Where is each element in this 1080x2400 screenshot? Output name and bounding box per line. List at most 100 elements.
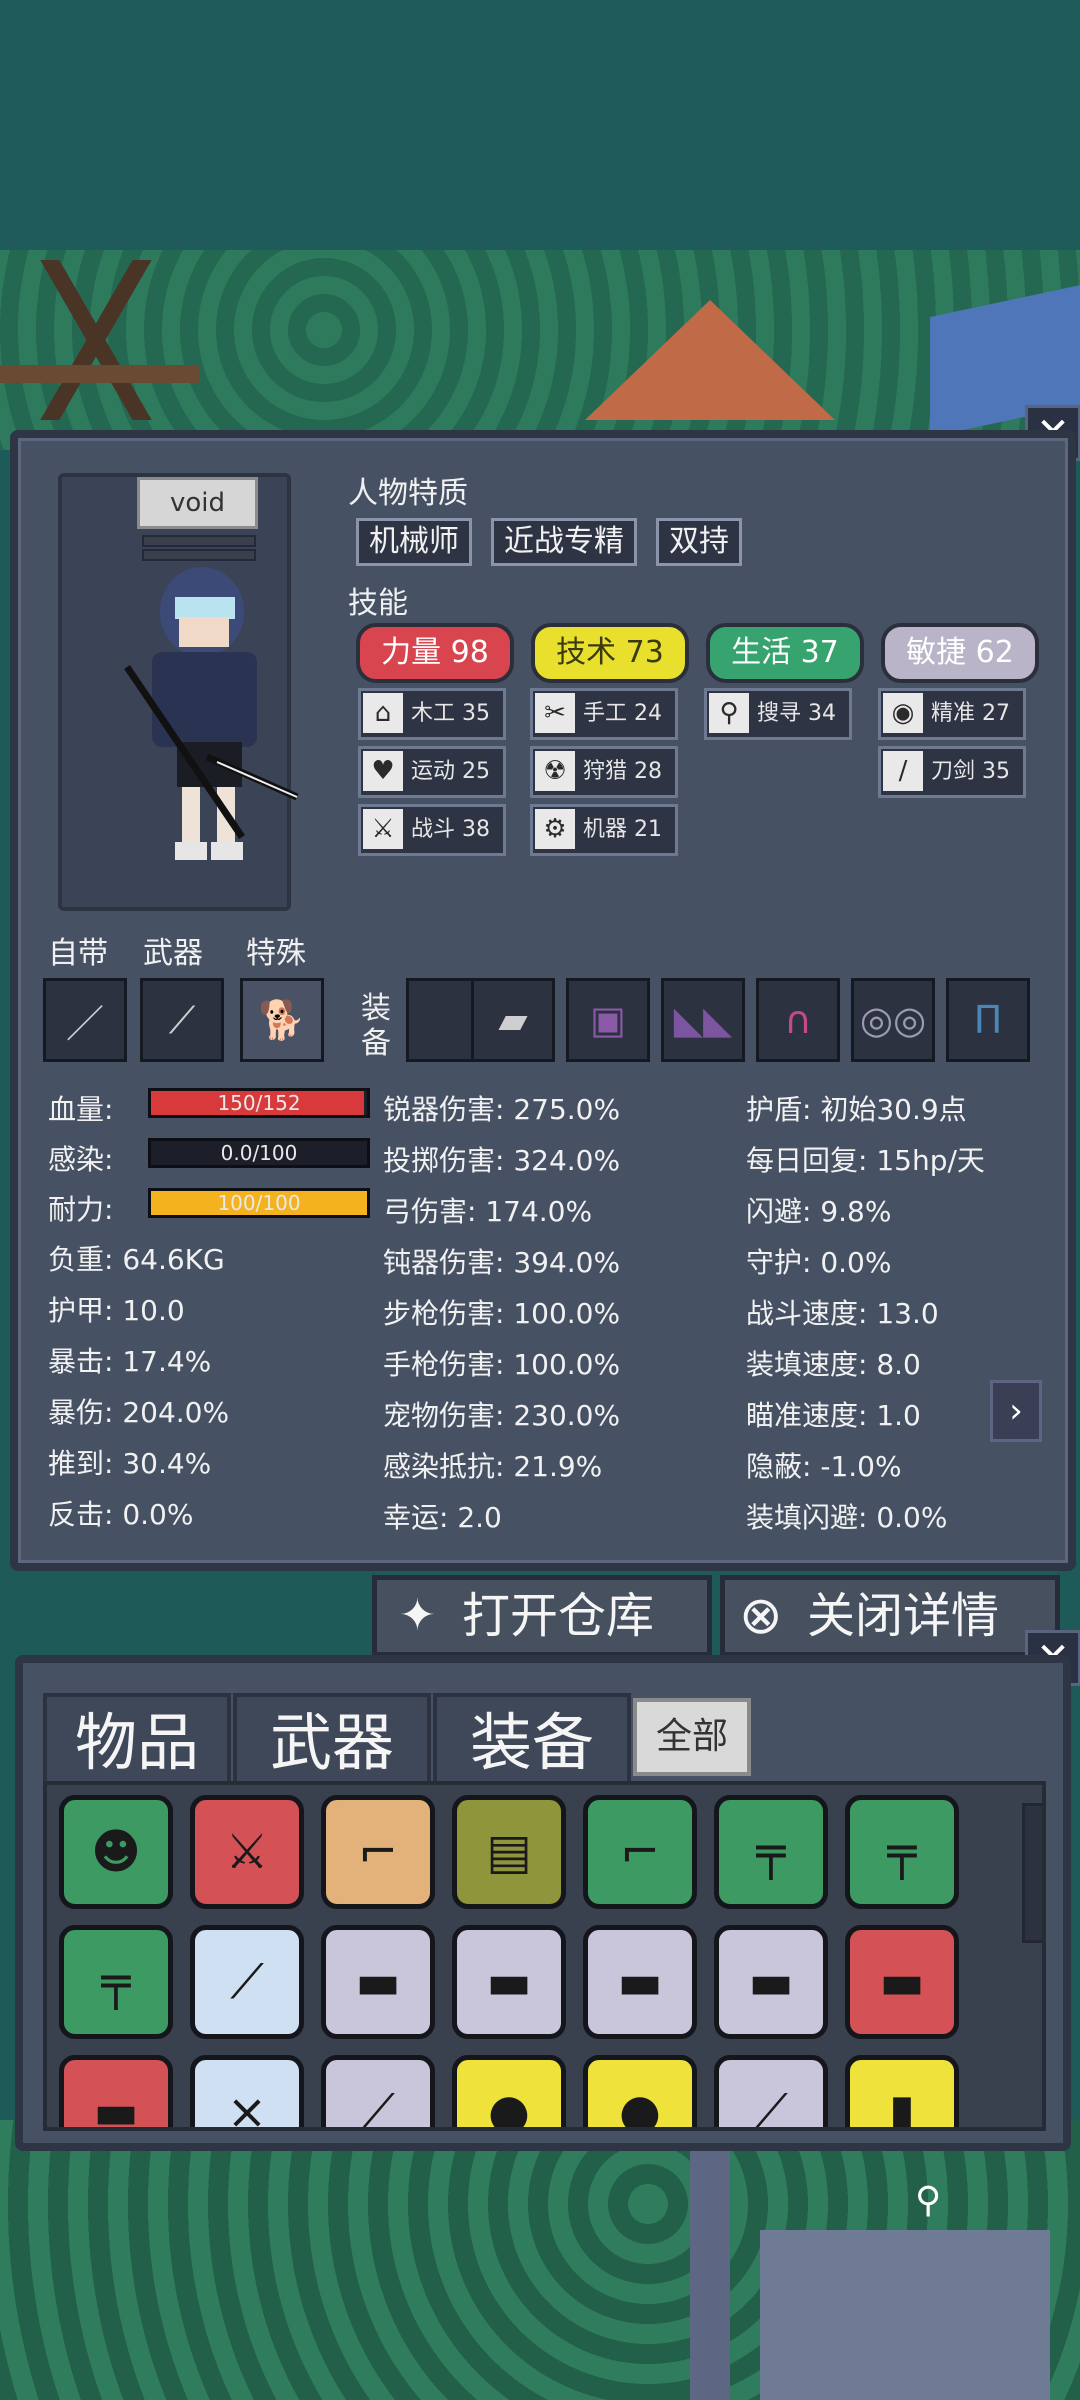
corgi-icon: 🐕 — [258, 997, 306, 1042]
skill-item[interactable]: ☢ 狩猎 28 — [530, 746, 678, 798]
equip-slot-flashlight[interactable]: ▰ — [471, 978, 555, 1062]
builtin-slot-label: 自带 — [48, 936, 108, 971]
crowbar-icon: ⟋ — [168, 997, 196, 1042]
stat-entry: 装填速度: 8.0 — [746, 1348, 921, 1381]
inventory-scrollbar[interactable] — [1022, 1803, 1042, 1943]
special-slot-label: 特殊 — [246, 936, 306, 971]
crossbow-icon[interactable]: ⨯ — [190, 2055, 304, 2127]
house-roof — [585, 300, 835, 420]
house-icon: ⌂ — [363, 693, 403, 733]
stat-entry: 隐蔽: -1.0% — [746, 1450, 902, 1483]
attribute-badge[interactable]: 力量 98 — [356, 623, 514, 683]
mace-icon: ⚔ — [363, 809, 403, 849]
close-details-label: 关闭详情 — [807, 1588, 1000, 1644]
stat-entry: 瞄准速度: 1.0 — [746, 1399, 921, 1432]
close-details-button[interactable]: ⊗ 关闭详情 — [720, 1575, 1060, 1657]
smg-icon[interactable]: ▬ — [452, 1925, 566, 2039]
stat-entry: 幸运: 2.0 — [383, 1501, 502, 1534]
skill-item[interactable]: ⚙ 机器 21 — [530, 804, 678, 856]
skill-label: 搜寻 34 — [757, 701, 836, 726]
smg-icon[interactable]: ▬ — [714, 1925, 828, 2039]
equip-slot-boots[interactable]: ◣◣ — [661, 978, 745, 1062]
pants-icon: Π — [973, 998, 1003, 1042]
builtin-slot[interactable]: ／ — [43, 978, 127, 1062]
gear-icon: ⚙ — [535, 809, 575, 849]
headphones-icon: ∩ — [784, 998, 812, 1042]
skill-label: 机器 21 — [583, 817, 662, 842]
character-details-panel: void 人物特质 机械师 近战专精 双持 技能 力量 98 技术 73 生活 37… — [10, 430, 1076, 1571]
weapon-slot[interactable]: ⟋ — [140, 978, 224, 1062]
equip-slot-headphones[interactable]: ∩ — [756, 978, 840, 1062]
pistol-icon[interactable]: ⌐ — [583, 1795, 697, 1909]
skill-item[interactable]: / 刀剑 35 — [878, 746, 1026, 798]
skill-item[interactable]: ⚲ 搜寻 34 — [704, 688, 852, 740]
rifle-icon[interactable]: ╤ — [59, 1925, 173, 2039]
grenade-icon[interactable]: ● — [452, 2055, 566, 2127]
equip-slot-glasses[interactable]: ◎◎ — [851, 978, 935, 1062]
stat-entry: 钝器伤害: 394.0% — [383, 1246, 621, 1279]
stat-entry: 装填闪避: 0.0% — [746, 1501, 948, 1534]
skill-label: 精准 27 — [931, 701, 1010, 726]
shotgun-icon[interactable]: ▬ — [59, 2055, 173, 2127]
infection-label: 感染: — [48, 1143, 114, 1176]
skill-label: 刀剑 35 — [931, 759, 1010, 784]
stamina-value: 100/100 — [217, 1191, 301, 1215]
portrait-hp-bar — [142, 535, 256, 547]
tab-items[interactable]: 物品 — [43, 1693, 231, 1793]
attribute-badge[interactable]: 技术 73 — [531, 623, 689, 683]
skill-label: 运动 25 — [411, 759, 490, 784]
pet-slot[interactable]: 🐕 — [240, 978, 324, 1062]
equip-slot-vest[interactable]: ▣ — [566, 978, 650, 1062]
attribute-badge[interactable]: 生活 37 — [706, 623, 864, 683]
stat-entry: 守护: 0.0% — [746, 1246, 892, 1279]
stat-entry: 战斗速度: 13.0 — [746, 1297, 939, 1330]
skill-item[interactable]: ⚔ 战斗 38 — [358, 804, 506, 856]
inventory-grid: ☻ ⚔ ⌐ ▤ ⌐ ╤ ╤ ╤ ⟋ ▬ ▬ ▬ ▬ ▬ ▬ ⨯ ⟋ ● ● ⟋ ▮ — [43, 1781, 1046, 2131]
stat-entry: 宠物伤害: 230.0% — [383, 1399, 621, 1432]
skill-label: 木工 35 — [411, 701, 490, 726]
tab-equipment[interactable]: 装备 — [433, 1693, 631, 1793]
next-page-arrow-icon[interactable]: › — [990, 1380, 1042, 1442]
stat-entry: 暴击: 17.4% — [48, 1345, 212, 1378]
swords-icon[interactable]: ⚔ — [190, 1795, 304, 1909]
stat-entry: 投掷伤害: 324.0% — [383, 1144, 621, 1177]
rifle-icon[interactable]: ╤ — [714, 1795, 828, 1909]
skill-item[interactable]: ◉ 精准 27 — [878, 688, 1026, 740]
storage-icon: ✦ — [399, 1590, 436, 1641]
stat-entry: 反击: 0.0% — [48, 1498, 194, 1531]
gun-crate-icon[interactable]: ▤ — [452, 1795, 566, 1909]
smg-icon[interactable]: ▬ — [321, 1925, 435, 2039]
skill-label: 狩猎 28 — [583, 759, 662, 784]
character-sprite — [124, 567, 299, 860]
magnifier-icon: ⚲ — [709, 693, 749, 733]
open-storage-label: 打开仓库 — [462, 1588, 655, 1644]
trait-dual-wield[interactable]: 双持 — [656, 518, 742, 566]
bone-icon[interactable]: ⌐ — [321, 1795, 435, 1909]
skill-item[interactable]: ⌂ 木工 35 — [358, 688, 506, 740]
blade-icon: / — [883, 751, 923, 791]
skill-item[interactable]: ✂ 手工 24 — [530, 688, 678, 740]
attribute-badge[interactable]: 敏捷 62 — [881, 623, 1039, 683]
trait-melee-mastery[interactable]: 近战专精 — [491, 518, 637, 566]
tab-weapons[interactable]: 武器 — [233, 1693, 431, 1793]
smg-icon[interactable]: ▬ — [583, 1925, 697, 2039]
stat-entry: 弓伤害: 174.0% — [383, 1195, 593, 1228]
battery-icon[interactable]: ▮ — [845, 2055, 959, 2127]
open-storage-button[interactable]: ✦ 打开仓库 — [372, 1575, 712, 1657]
filter-all-button[interactable]: 全部 — [633, 1698, 751, 1776]
grenade-icon[interactable]: ● — [583, 2055, 697, 2127]
close-circle-icon: ⊗ — [739, 1586, 783, 1646]
stat-entry: 推到: 30.4% — [48, 1447, 212, 1480]
equip-slot-pants[interactable]: Π — [946, 978, 1030, 1062]
cat-mask-icon[interactable]: ☻ — [59, 1795, 173, 1909]
sniper-icon[interactable]: ⟋ — [714, 2055, 828, 2127]
spear-icon[interactable]: ⟋ — [321, 2055, 435, 2127]
infection-value: 0.0/100 — [220, 1141, 298, 1165]
hp-value: 150/152 — [217, 1091, 301, 1115]
ice-sword-icon[interactable]: ⟋ — [190, 1925, 304, 2039]
shotgun-icon[interactable]: ▬ — [845, 1925, 959, 2039]
trait-mechanic[interactable]: 机械师 — [356, 518, 472, 566]
skill-item[interactable]: ♥ 运动 25 — [358, 746, 506, 798]
rifle-icon[interactable]: ╤ — [845, 1795, 959, 1909]
stamina-bar: 100/100 — [148, 1188, 370, 1218]
